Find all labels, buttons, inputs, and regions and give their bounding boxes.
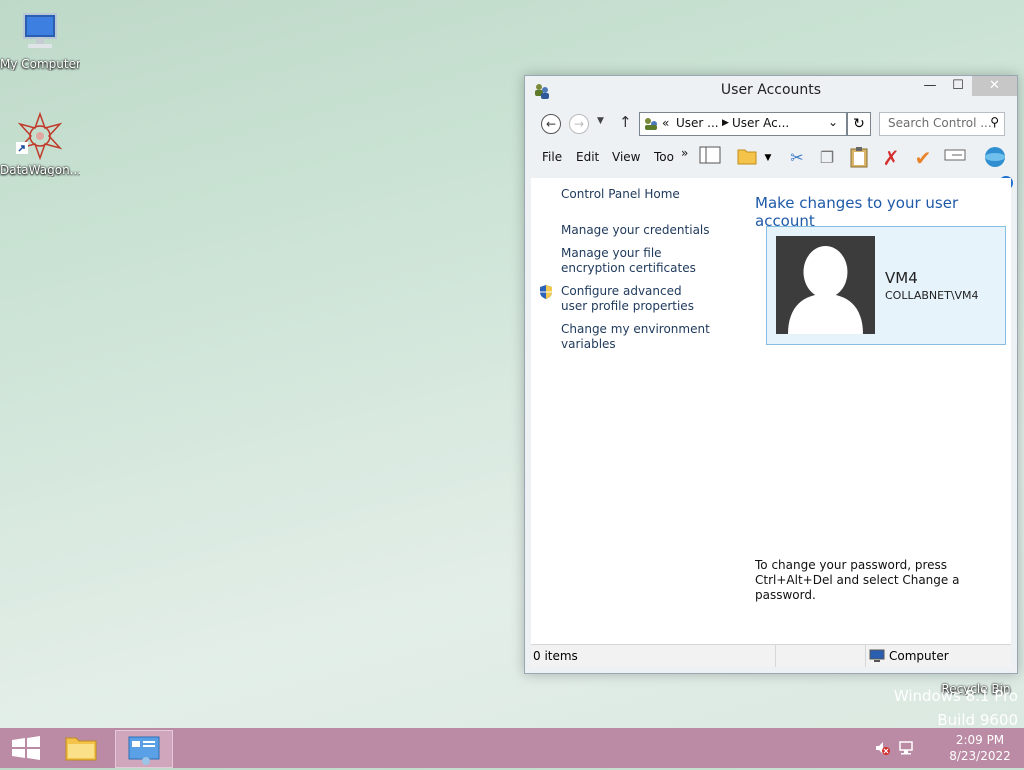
menu-bar: File Edit View Too » ▼ ✂ ❐ ✗ ✔ ? (525, 144, 1017, 190)
watermark-edition: Windows 8.1 Pro (893, 687, 1018, 705)
manage-credentials-link[interactable]: Manage your credentials (561, 223, 731, 238)
menu-edit[interactable]: Edit (576, 150, 599, 164)
network-icon[interactable] (898, 740, 914, 756)
start-button[interactable] (0, 730, 56, 766)
user-silhouette-icon (788, 246, 863, 334)
desktop-icon-label: My Computer (0, 57, 80, 71)
folder-icon (65, 737, 97, 761)
control-panel-icon (645, 118, 657, 130)
menu-tools[interactable]: Too (654, 150, 674, 164)
account-domain: COLLABNET\VM4 (885, 289, 979, 302)
clock-date: 8/23/2022 (949, 749, 1011, 763)
control-panel-icon (128, 736, 160, 765)
search-icon: ⚲ (990, 115, 999, 129)
back-button[interactable]: ← (541, 114, 561, 134)
menu-overflow[interactable]: » (681, 146, 688, 160)
rename-icon[interactable] (943, 146, 967, 170)
refresh-button[interactable]: ↻ (847, 112, 871, 136)
breadcrumb-user-accounts[interactable]: User ... (676, 116, 719, 130)
os-watermark: Windows 8.1 Pro Build 9600 (894, 684, 1018, 732)
layout-pane-icon[interactable] (698, 146, 722, 170)
properties-check-icon[interactable]: ✔ (911, 146, 935, 170)
search-input[interactable]: Search Control ... ⚲ (879, 112, 1005, 136)
taskbar-control-panel[interactable] (115, 730, 173, 768)
address-dropdown-icon[interactable]: ⌄ (828, 115, 838, 129)
avatar (776, 236, 875, 334)
password-instruction: To change your password, press Ctrl+Alt+… (755, 558, 960, 602)
computer-small-icon (869, 649, 885, 662)
configure-user-profile-link[interactable]: Configure advanced user profile properti… (561, 284, 711, 314)
desktop-icon-datawagon[interactable]: DataWagon... (0, 111, 80, 177)
cut-icon[interactable]: ✂ (785, 146, 809, 170)
uac-shield-icon (540, 285, 552, 299)
menu-file[interactable]: File (542, 150, 562, 164)
status-divider (775, 645, 776, 667)
page-heading: Make changes to your user account (755, 194, 959, 230)
globe-icon[interactable] (983, 146, 1007, 170)
forward-button[interactable]: → (569, 114, 589, 134)
windows-logo-icon (12, 736, 40, 760)
taskbar: 2:09 PM 8/23/2022 (0, 728, 1024, 768)
status-divider (865, 645, 866, 667)
menu-view[interactable]: View (612, 150, 640, 164)
status-bar: 0 items Computer (531, 644, 1011, 667)
search-placeholder: Search Control ... (888, 116, 992, 130)
location-zone: Computer (889, 649, 949, 663)
breadcrumb-user-accounts-current[interactable]: User Ac... (732, 116, 789, 130)
volume-muted-icon[interactable] (874, 740, 890, 756)
folder-options-dropdown-icon[interactable]: ▼ (761, 146, 775, 170)
user-account-card: VM4 COLLABNET\VM4 (766, 226, 1006, 345)
maximize-button[interactable]: ☐ (943, 76, 973, 96)
close-button[interactable]: ✕ (972, 76, 1017, 96)
address-bar[interactable]: « User ... ▶ User Ac... ⌄ (639, 112, 847, 136)
taskbar-file-explorer[interactable] (54, 730, 110, 766)
paste-icon[interactable] (847, 146, 871, 170)
manage-encryption-certificates-link[interactable]: Manage your file encryption certificates (561, 246, 721, 276)
computer-icon (23, 13, 57, 48)
minimize-button[interactable]: — (915, 76, 945, 96)
desktop-icon-label: DataWagon... (0, 163, 80, 177)
delete-icon[interactable]: ✗ (879, 146, 903, 170)
shortcut-arrow-icon (16, 142, 28, 154)
item-count: 0 items (533, 649, 578, 663)
clock[interactable]: 2:09 PM 8/23/2022 (940, 732, 1020, 764)
up-button[interactable]: ↑ (619, 113, 632, 131)
change-environment-variables-link[interactable]: Change my environment variables (561, 322, 711, 352)
content-pane: Control Panel Home Manage your credentia… (531, 178, 1011, 644)
desktop-icon-my-computer[interactable]: My Computer (0, 10, 80, 71)
account-name: VM4 (885, 269, 918, 287)
navigation-bar: ← → ▼ ↑ « User ... ▶ User Ac... ⌄ ↻ Sear… (535, 112, 1007, 136)
clock-time: 2:09 PM (955, 733, 1005, 747)
address-prefix: « (662, 116, 670, 130)
folder-options-icon[interactable] (735, 146, 759, 170)
copy-icon[interactable]: ❐ (815, 146, 839, 170)
breadcrumb-separator-icon: ▶ (722, 118, 729, 128)
recent-locations-button[interactable]: ▼ (597, 116, 604, 126)
user-accounts-window: User Accounts — ☐ ✕ ← → ▼ ↑ « User ... ▶… (524, 75, 1018, 674)
control-panel-home-link[interactable]: Control Panel Home (561, 187, 731, 202)
title-bar[interactable]: User Accounts — ☐ ✕ (525, 76, 1017, 104)
